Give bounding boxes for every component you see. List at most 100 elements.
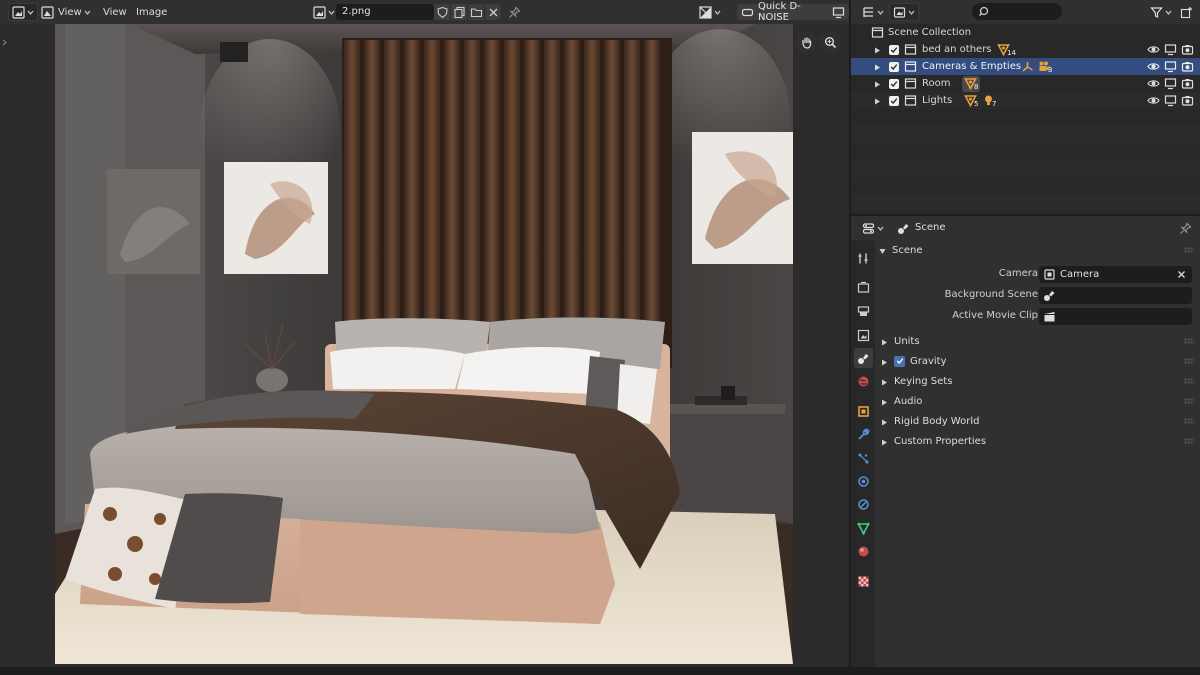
tab-world[interactable] — [854, 371, 873, 391]
close-icon[interactable] — [1175, 268, 1188, 281]
eye-icon[interactable] — [1147, 60, 1160, 73]
eye-icon[interactable] — [1147, 77, 1160, 90]
shield-icon — [436, 6, 449, 19]
disclosure-triangle-icon[interactable] — [874, 63, 881, 71]
rendered-image-viewport[interactable] — [55, 24, 793, 664]
light-contents-badge[interactable]: 7 — [982, 94, 996, 108]
gravity-checkbox[interactable] — [894, 355, 905, 367]
outliner-icon — [862, 6, 875, 19]
disclosure-triangle-icon[interactable] — [874, 46, 881, 54]
tab-particles[interactable] — [854, 448, 873, 468]
scene-collection-row[interactable]: Scene Collection — [851, 24, 1200, 41]
mesh-contents-badge[interactable]: 5 — [964, 94, 978, 108]
new-collection-icon — [1180, 6, 1193, 19]
view-layer-icon — [893, 6, 906, 19]
quick-denoise-button[interactable]: Quick D-NOISE — [737, 1, 849, 23]
monitor-icon[interactable] — [1164, 60, 1177, 73]
monitor-icon — [832, 6, 845, 19]
image-name-field[interactable]: 2.png — [336, 4, 434, 20]
new-image-button[interactable] — [451, 4, 468, 20]
mesh-contents-badge[interactable]: 14 — [997, 43, 1016, 57]
panel-drag-handle[interactable] — [1184, 358, 1194, 364]
tab-render[interactable] — [854, 277, 873, 297]
new-collection-button[interactable] — [1177, 3, 1196, 21]
toolbar-expand-arrow[interactable] — [2, 38, 7, 46]
camera-icon[interactable] — [1181, 77, 1194, 90]
object-icon — [857, 405, 870, 418]
exclude-checkbox[interactable] — [889, 78, 899, 89]
empty-axes-icon — [1021, 60, 1034, 73]
tab-data[interactable] — [854, 518, 873, 538]
monitor-icon[interactable] — [1164, 94, 1177, 107]
tab-physics[interactable] — [854, 471, 873, 491]
exclude-checkbox[interactable] — [889, 95, 899, 106]
camera-icon[interactable] — [1181, 94, 1194, 107]
open-image-button[interactable] — [468, 4, 485, 20]
units-panel-header[interactable]: Units — [881, 332, 920, 350]
exclude-checkbox[interactable] — [889, 61, 899, 72]
outliner-row-room[interactable]: Room 8 — [851, 75, 1200, 92]
disclosure-triangle-icon[interactable] — [874, 97, 881, 105]
pan-view-button[interactable] — [795, 31, 817, 53]
fake-user-button[interactable] — [434, 4, 451, 20]
zoom-view-button[interactable] — [819, 31, 841, 53]
panel-drag-handle[interactable] — [1184, 438, 1194, 444]
panel-drag-handle[interactable] — [1184, 338, 1194, 344]
tab-material[interactable] — [854, 541, 873, 561]
scene-icon — [857, 352, 870, 365]
outliner-row-lights[interactable]: Lights 5 7 — [851, 92, 1200, 109]
eye-icon[interactable] — [1147, 94, 1160, 107]
collection-icon — [904, 77, 917, 90]
tab-constraints[interactable] — [854, 494, 873, 514]
tab-tool[interactable] — [854, 248, 873, 268]
audio-panel-header[interactable]: Audio — [881, 392, 922, 410]
outliner-row-cameras-empties[interactable]: Cameras & Empties 3 — [851, 58, 1200, 75]
camera-icon[interactable] — [1181, 60, 1194, 73]
background-scene-field[interactable] — [1039, 287, 1192, 304]
disclosure-triangle-icon[interactable] — [874, 80, 881, 88]
active-movie-clip-field[interactable] — [1039, 308, 1192, 325]
tab-texture[interactable] — [854, 571, 873, 591]
eye-icon[interactable] — [1147, 43, 1160, 56]
tab-modifiers[interactable] — [854, 424, 873, 444]
monitor-icon[interactable] — [1164, 77, 1177, 90]
outliner-editor-type-button[interactable] — [859, 3, 887, 21]
mesh-contents-badge[interactable]: 8 — [962, 75, 981, 92]
view-menu[interactable]: View — [100, 3, 130, 21]
pin-image-button[interactable] — [505, 3, 524, 21]
collapsed-triangle-icon — [881, 398, 888, 405]
pin-icon[interactable] — [1179, 222, 1192, 235]
keying-sets-panel-header[interactable]: Keying Sets — [881, 372, 952, 390]
empty-contents-badge[interactable] — [1021, 60, 1034, 73]
editor-type-button[interactable] — [8, 3, 38, 21]
scene-panel-header[interactable]: Scene — [879, 241, 923, 259]
monitor-icon[interactable] — [1164, 43, 1177, 56]
panel-drag-handle[interactable] — [1184, 247, 1194, 253]
camera-field[interactable]: Camera — [1039, 266, 1192, 283]
panel-drag-handle[interactable] — [1184, 418, 1194, 424]
view-mode-dropdown[interactable]: View — [38, 3, 94, 21]
browse-image-button[interactable] — [310, 3, 338, 21]
tab-scene[interactable] — [854, 348, 873, 368]
outliner-search-input[interactable] — [972, 3, 1062, 20]
outliner-row-bed-an-others[interactable]: bed an others 14 — [851, 41, 1200, 58]
panel-drag-handle[interactable] — [1184, 378, 1194, 384]
display-mode-dropdown[interactable] — [889, 3, 919, 21]
panel-drag-handle[interactable] — [1184, 398, 1194, 404]
properties-editor-type-button[interactable] — [859, 219, 887, 237]
image-menu[interactable]: Image — [133, 3, 170, 21]
gravity-panel-header[interactable]: Gravity — [881, 352, 947, 370]
tab-view-layer[interactable] — [854, 325, 873, 345]
tab-output[interactable] — [854, 301, 873, 321]
unlink-image-button[interactable] — [485, 4, 502, 20]
rigid-body-world-panel-header[interactable]: Rigid Body World — [881, 412, 979, 430]
keying-sets-panel-title: Keying Sets — [894, 375, 953, 387]
display-channels-dropdown[interactable] — [696, 3, 724, 21]
exclude-checkbox[interactable] — [889, 44, 899, 55]
color-alpha-icon — [699, 5, 712, 19]
filter-dropdown[interactable] — [1147, 3, 1175, 21]
custom-properties-panel-header[interactable]: Custom Properties — [881, 432, 986, 450]
camera-icon[interactable] — [1181, 43, 1194, 56]
tab-object[interactable] — [854, 401, 873, 421]
camera-contents-badge[interactable]: 3 — [1038, 60, 1052, 74]
